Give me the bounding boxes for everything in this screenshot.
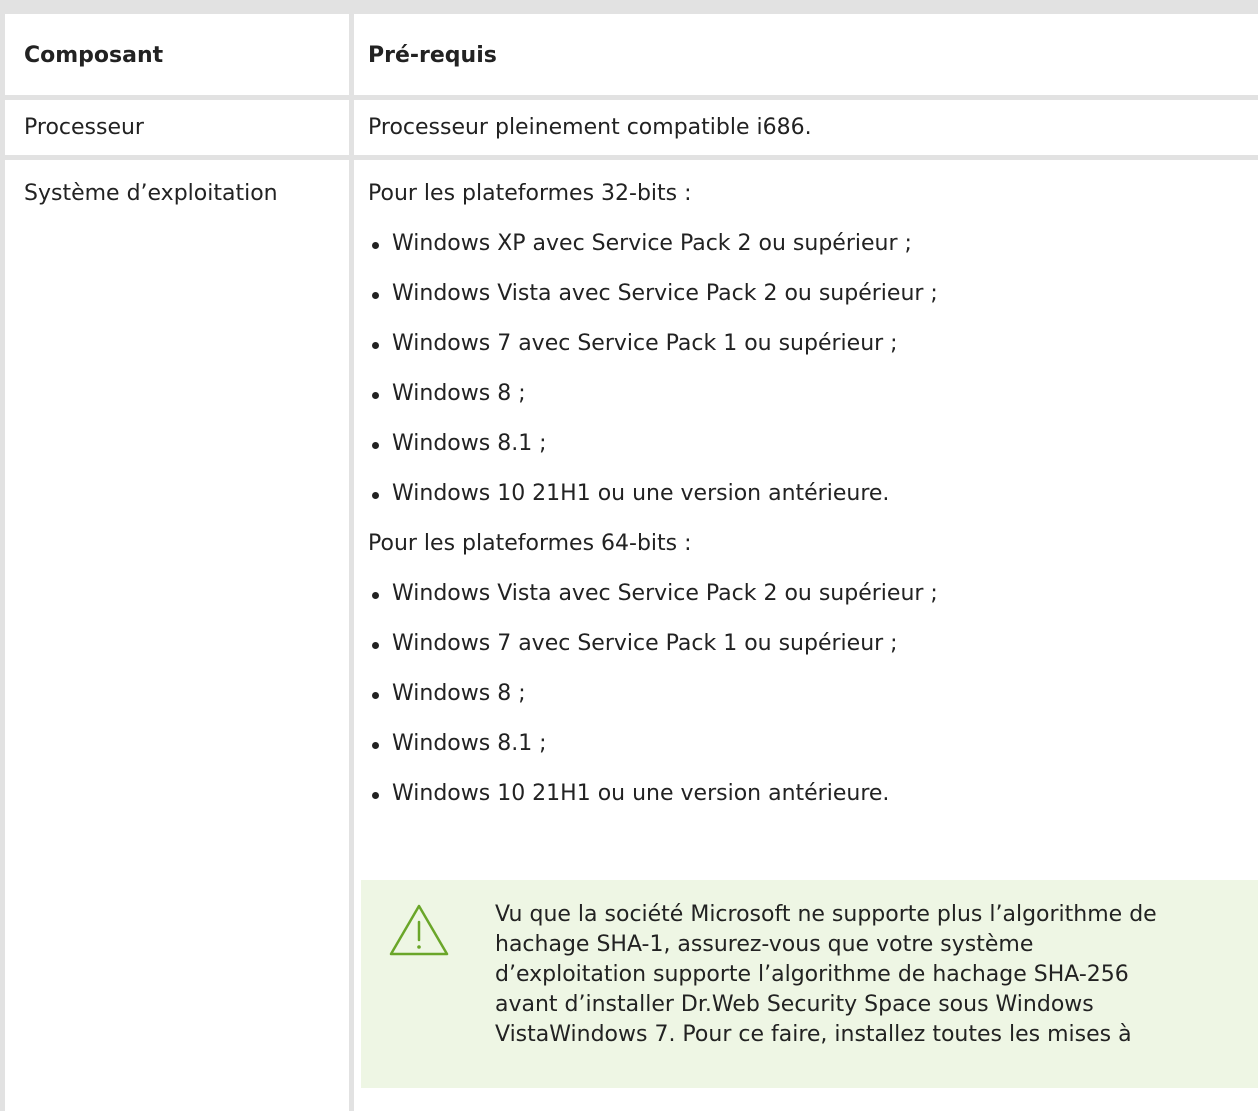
row-divider (0, 155, 1258, 160)
table-cell-component: Système d’exploitation (24, 181, 278, 206)
list-item: Windows 8.1 ; (368, 730, 1248, 758)
platform-64-intro: Pour les plateformes 64-bits : (368, 531, 692, 556)
platform-32-list: Windows XP avec Service Pack 2 ou supéri… (368, 230, 1248, 508)
list-item: Windows 8 ; (368, 680, 1248, 708)
requirements-table: Composant Pré-requis Processeur Processe… (0, 0, 1258, 1111)
table-top-border (0, 0, 1258, 14)
list-item: Windows Vista avec Service Pack 2 ou sup… (368, 580, 1248, 608)
list-item: Windows 8.1 ; (368, 430, 1248, 458)
platform-64-list: Windows Vista avec Service Pack 2 ou sup… (368, 580, 1248, 808)
bullet-icon (372, 792, 379, 799)
bullet-icon (372, 692, 379, 699)
platform-32-intro: Pour les plateformes 32-bits : (368, 181, 692, 206)
os-requirements-cell: Pour les plateformes 32-bits : Windows X… (368, 180, 1248, 808)
list-item: Windows 10 21H1 ou une version antérieur… (368, 480, 1248, 508)
list-item-text: Windows Vista avec Service Pack 2 ou sup… (392, 581, 938, 606)
list-item: Windows XP avec Service Pack 2 ou supéri… (368, 230, 1248, 258)
list-item: Windows 7 avec Service Pack 1 ou supérie… (368, 630, 1248, 658)
list-item: Windows 8 ; (368, 380, 1248, 408)
warning-line: hachage SHA-1, assurez-vous que votre sy… (495, 932, 1034, 957)
list-item-text: Windows 8.1 ; (392, 431, 547, 456)
warning-line: d’exploitation supporte l’algorithme de … (495, 962, 1129, 987)
table-cell-component: Processeur (24, 115, 144, 140)
list-item-text: Windows 7 avec Service Pack 1 ou supérie… (392, 331, 898, 356)
warning-line: avant d’installer Dr.Web Security Space … (495, 992, 1094, 1017)
warning-triangle-icon (389, 904, 449, 956)
bullet-icon (372, 642, 379, 649)
table-left-border (0, 14, 5, 1111)
bullet-icon (372, 292, 379, 299)
bullet-icon (372, 742, 379, 749)
table-cell-requirement: Processeur pleinement compatible i686. (368, 115, 812, 140)
list-item-text: Windows 10 21H1 ou une version antérieur… (392, 481, 890, 506)
list-item-text: Windows Vista avec Service Pack 2 ou sup… (392, 281, 938, 306)
list-item-text: Windows XP avec Service Pack 2 ou supéri… (392, 231, 912, 256)
list-item-text: Windows 8 ; (392, 681, 526, 706)
list-item: Windows 10 21H1 ou une version antérieur… (368, 780, 1248, 808)
column-header-requirement: Pré-requis (368, 43, 497, 68)
column-header-component: Composant (24, 43, 164, 68)
list-item-text: Windows 10 21H1 ou une version antérieur… (392, 781, 890, 806)
warning-line: VistaWindows 7. Pour ce faire, installez… (495, 1022, 1132, 1047)
list-item-text: Windows 7 avec Service Pack 1 ou supérie… (392, 631, 898, 656)
bullet-icon (372, 342, 379, 349)
list-item-text: Windows 8 ; (392, 381, 526, 406)
warning-line: Vu que la société Microsoft ne supporte … (495, 902, 1157, 927)
bullet-icon (372, 592, 379, 599)
list-item-text: Windows 8.1 ; (392, 731, 547, 756)
bullet-icon (372, 242, 379, 249)
list-item: Windows Vista avec Service Pack 2 ou sup… (368, 280, 1248, 308)
header-row-divider (0, 95, 1258, 100)
bullet-icon (372, 392, 379, 399)
table-column-divider (349, 14, 354, 1111)
warning-text: Vu que la société Microsoft ne supporte … (495, 900, 1235, 1050)
list-item: Windows 7 avec Service Pack 1 ou supérie… (368, 330, 1248, 358)
bullet-icon (372, 492, 379, 499)
warning-note: Vu que la société Microsoft ne supporte … (361, 880, 1258, 1088)
bullet-icon (372, 442, 379, 449)
